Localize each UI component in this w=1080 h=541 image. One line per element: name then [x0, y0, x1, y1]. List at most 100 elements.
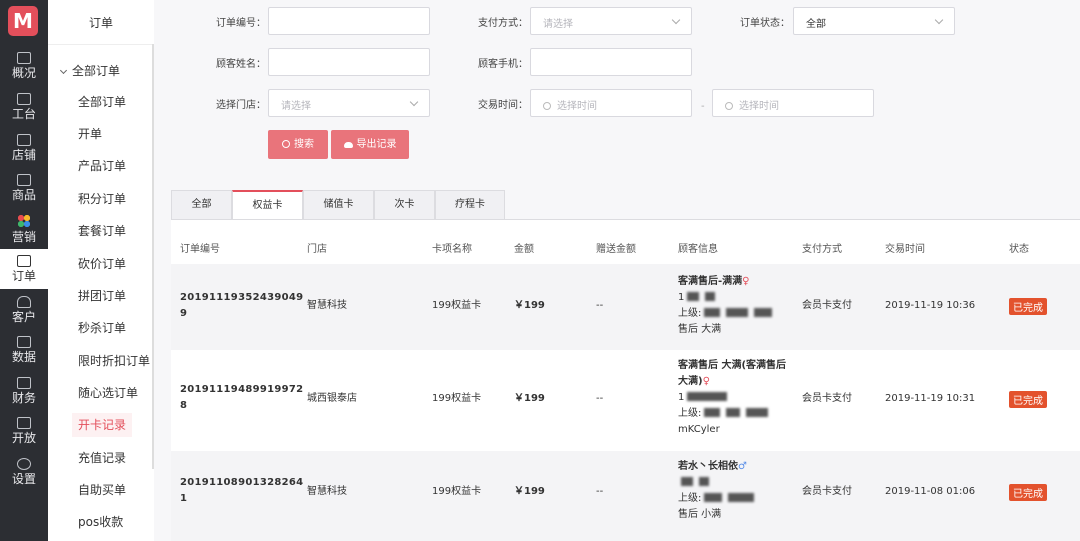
monitor-icon — [17, 93, 31, 105]
subnav-item-pick-orders[interactable]: 随心选订单 — [78, 385, 138, 401]
rail-item-marketing[interactable]: 营销 — [0, 208, 48, 248]
subnav-item-open-order[interactable]: 开单 — [78, 126, 102, 142]
col-header-card-name: 卡项名称 — [432, 244, 472, 255]
chevron-down-icon — [59, 66, 68, 75]
subnav-item-card-records[interactable]: 开卡记录 — [72, 413, 133, 437]
tab-stored-value-card[interactable]: 储值卡 — [303, 190, 374, 220]
rail-item-customers[interactable]: 客户 — [0, 290, 48, 330]
customer-name-input[interactable] — [268, 48, 430, 76]
customer-cell: 客满售后 大满(客满售后 大满)♀ 1 上级: mKCyler — [678, 358, 786, 438]
store-select[interactable]: 请选择 — [268, 89, 430, 117]
pay-method-cell: 会员卡支付 — [802, 300, 852, 311]
order-no-line: 1 — [180, 493, 188, 504]
status-badge: 已完成 — [1009, 391, 1047, 408]
rail-item-goods[interactable]: 商品 — [0, 168, 48, 208]
store-cell: 智慧科技 — [307, 300, 347, 311]
rail-item-label: 数据 — [11, 350, 36, 364]
customer-parent-label: 上级: — [678, 408, 702, 419]
customer-cell: 若水丶长相依♂ 上级: 售后 小满 — [678, 459, 757, 523]
subnav-item-self-checkout[interactable]: 自助买单 — [78, 482, 126, 498]
redacted-mark — [754, 308, 773, 317]
status-select[interactable]: 全部 — [793, 7, 955, 35]
rail-item-label: 店铺 — [11, 148, 36, 162]
rail-item-finance[interactable]: 财务 — [0, 371, 48, 411]
rail-item-label: 工台 — [11, 107, 36, 121]
female-icon: ♀ — [702, 376, 710, 387]
redacted-mark — [681, 477, 693, 486]
gift-amount-cell: -- — [596, 486, 604, 497]
redacted-mark — [704, 308, 721, 317]
time-cell: 2019-11-08 01:06 — [885, 486, 976, 497]
range-separator: - — [701, 101, 705, 112]
time-end-placeholder: 选择时间 — [739, 101, 779, 112]
card-name-cell: 199权益卡 — [432, 300, 482, 311]
order-no-label: 订单编号： — [216, 18, 266, 29]
order-no-input[interactable] — [268, 7, 430, 35]
line-chart-icon — [17, 336, 31, 348]
rail-item-label: 财务 — [11, 391, 36, 405]
customer-parent-label: 上级: — [678, 493, 702, 504]
col-header-pay-method: 支付方式 — [802, 244, 842, 255]
app: M 概况 工台 店铺 商品 营销 订单 客户 数据 财务 开放 设置 订单 全部… — [0, 0, 1080, 541]
subnav-item-discount-orders[interactable]: 限时折扣订单 — [78, 353, 150, 369]
redacted-mark — [704, 408, 721, 417]
order-subnav: 订单 全部订单 全部订单 开单 产品订单 积分订单 套餐订单 砍价订单 拼团订单… — [48, 0, 154, 541]
subnav-group-all-orders[interactable]: 全部订单 — [59, 62, 120, 79]
customer-parent-name: mKCyler — [678, 424, 720, 435]
order-no-line: 20191119489919972 — [180, 384, 304, 395]
rail-item-orders[interactable]: 订单 — [0, 249, 48, 289]
bag-icon — [17, 174, 31, 186]
export-button-label: 导出记录 — [356, 139, 397, 150]
time-start-input[interactable]: 选择时间 — [530, 89, 692, 117]
time-label: 交易时间： — [478, 100, 528, 111]
tab-count-card[interactable]: 次卡 — [374, 190, 435, 220]
status-value: 全部 — [806, 19, 826, 30]
rail-item-label: 营销 — [11, 230, 36, 244]
subnav-item-product-orders[interactable]: 产品订单 — [78, 158, 126, 174]
rail-item-data[interactable]: 数据 — [0, 330, 48, 370]
subnav-item-all-orders[interactable]: 全部订单 — [78, 94, 126, 110]
subnav-item-points-orders[interactable]: 积分订单 — [78, 191, 126, 207]
customer-phone: 1 — [678, 392, 685, 403]
subnav-item-flash-orders[interactable]: 秒杀订单 — [78, 320, 126, 336]
status-label: 订单状态： — [740, 18, 790, 29]
time-end-input[interactable]: 选择时间 — [712, 89, 874, 117]
redacted-mark — [728, 493, 755, 502]
divider — [48, 44, 154, 45]
rail-item-overview[interactable]: 概况 — [0, 46, 48, 86]
customer-phone-input[interactable] — [530, 48, 692, 76]
search-button[interactable]: 搜索 — [268, 130, 328, 159]
col-header-amount: 金额 — [514, 244, 534, 255]
customer-parent-label: 上级: — [678, 308, 702, 319]
tab-equity-card[interactable]: 权益卡 — [232, 190, 303, 221]
rail-item-open[interactable]: 开放 — [0, 411, 48, 451]
subnav-item-group-orders[interactable]: 拼团订单 — [78, 288, 126, 304]
card-name-cell: 199权益卡 — [432, 393, 482, 404]
rail-item-label: 订单 — [11, 269, 36, 283]
amount-cell: ￥199 — [514, 300, 545, 311]
rail-item-settings[interactable]: 设置 — [0, 452, 48, 492]
logo[interactable]: M — [8, 6, 38, 36]
pay-method-select[interactable]: 请选择 — [530, 7, 692, 35]
table-row[interactable]: 20191119489919972 8 城西银泰店 199权益卡 ￥199 -- … — [171, 350, 1080, 450]
tab-all[interactable]: 全部 — [171, 190, 232, 220]
order-no-line: 20191108901328264 — [180, 477, 304, 488]
customer-phone: 1 — [678, 292, 685, 303]
rail-item-workbench[interactable]: 工台 — [0, 87, 48, 127]
redacted-mark — [746, 408, 769, 417]
card-name-cell: 199权益卡 — [432, 486, 482, 497]
tab-course-card[interactable]: 疗程卡 — [435, 190, 505, 220]
user-icon — [17, 296, 31, 308]
export-button[interactable]: 导出记录 — [331, 130, 409, 159]
store-placeholder: 请选择 — [281, 101, 311, 112]
subnav-item-bargain-orders[interactable]: 砍价订单 — [78, 256, 126, 272]
chevron-down-icon — [934, 15, 944, 25]
subnav-item-recharge-records[interactable]: 充值记录 — [78, 450, 126, 466]
table-row[interactable]: 20191108901328264 1 智慧科技 199权益卡 ￥199 -- 若… — [171, 451, 1080, 541]
subnav-item-pos[interactable]: pos收款 — [78, 514, 123, 530]
order-no-line: 8 — [180, 400, 188, 411]
subnav-item-package-orders[interactable]: 套餐订单 — [78, 223, 126, 239]
rail-item-label: 客户 — [11, 310, 36, 324]
rail-item-store[interactable]: 店铺 — [0, 128, 48, 168]
table-row[interactable]: 20191119352439049 9 智慧科技 199权益卡 ￥199 -- 客… — [171, 264, 1080, 350]
